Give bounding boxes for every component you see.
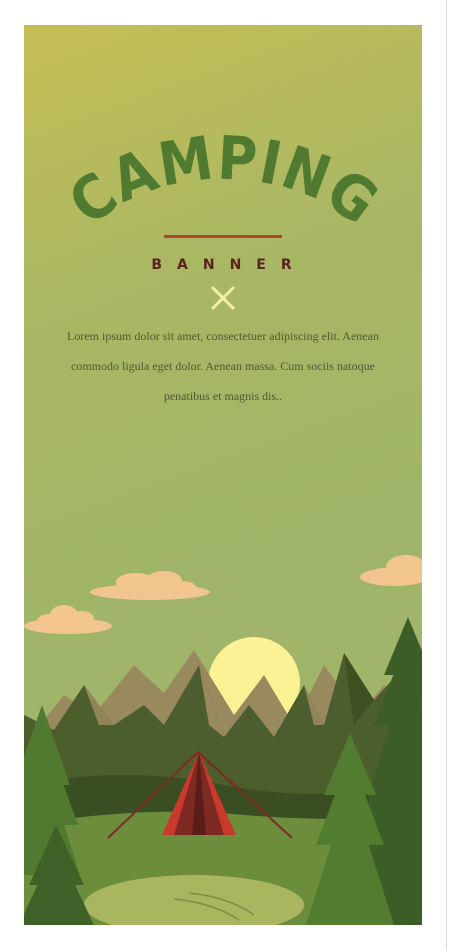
camping-banner: CAMPING BANNER Lorem ipsum dolor sit ame… bbox=[24, 25, 422, 925]
page-edge-rule bbox=[446, 0, 447, 951]
landscape-illustration bbox=[24, 555, 422, 925]
cloud-icon bbox=[360, 555, 422, 586]
cloud-icon bbox=[24, 605, 112, 634]
cloud-icon bbox=[90, 571, 210, 600]
